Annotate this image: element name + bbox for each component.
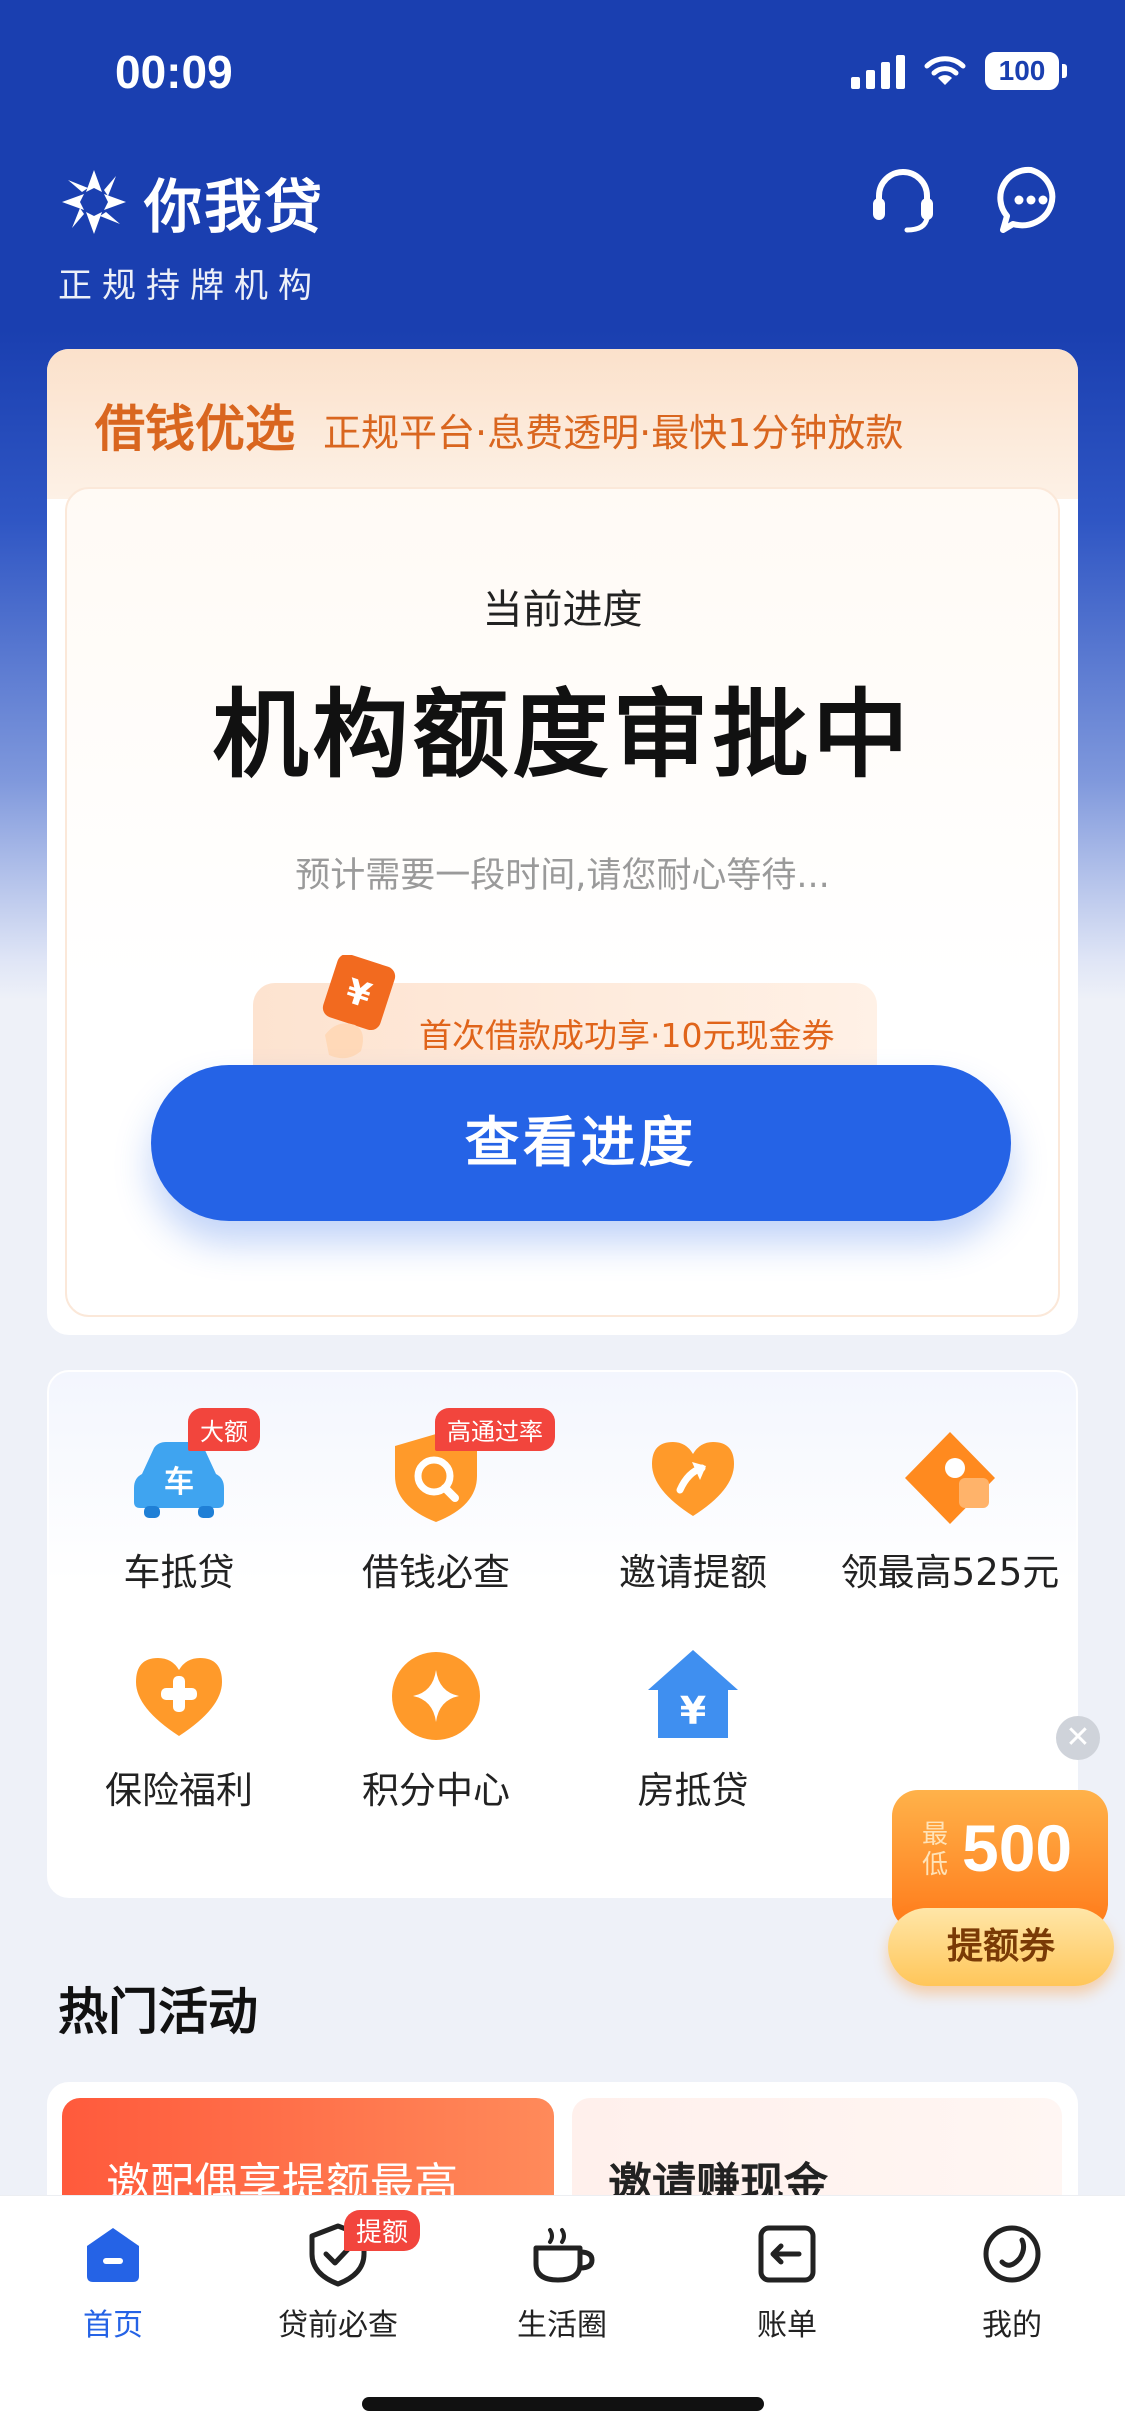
progress-card: 当前进度 机构额度审批中 预计需要一段时间,请您耐心等待... ¥ 首次借款成功… xyxy=(65,487,1060,1317)
service-loan-check[interactable]: 高通过率 借钱必查 xyxy=(306,1408,566,1596)
battery-level: 100 xyxy=(985,52,1059,90)
hot-activities-title: 热门活动 xyxy=(58,1983,258,2041)
brand: 你我贷 正规持牌机构 xyxy=(58,160,324,307)
coffee-cup-icon xyxy=(533,2228,595,2283)
customer-service-icon[interactable] xyxy=(867,164,939,236)
service-label: 积分中心 xyxy=(362,1769,510,1812)
service-label: 借钱必查 xyxy=(362,1551,510,1594)
coupon-text: 首次借款成功享·10元现金券 xyxy=(419,1016,835,1055)
loan-card-header: 借钱优选 正规平台·息费透明·最快1分钟放款 xyxy=(47,349,1078,499)
heart-plus-icon xyxy=(136,1658,222,1736)
progress-label: 当前进度 xyxy=(482,587,643,633)
coupon-tag-icon xyxy=(905,1432,995,1524)
promo-min-label: 最低 xyxy=(922,1820,949,1880)
close-promo-button[interactable]: ✕ xyxy=(1056,1716,1100,1760)
bill-icon xyxy=(758,2225,816,2283)
status-bar: 00:09 100 xyxy=(0,0,1125,150)
brand-logo-icon xyxy=(62,170,126,234)
loan-card-title: 借钱优选 xyxy=(95,399,295,458)
home-indicator xyxy=(362,2397,764,2411)
service-points-center[interactable]: 积分中心 xyxy=(306,1646,566,1814)
svg-text:¥: ¥ xyxy=(680,1689,706,1733)
service-invite-increase[interactable]: 邀请提额 xyxy=(563,1428,823,1596)
service-house-loan[interactable]: ¥ 房抵贷 xyxy=(563,1646,823,1814)
message-icon[interactable] xyxy=(995,164,1067,236)
brand-subtitle: 正规持牌机构 xyxy=(58,266,322,306)
service-label: 车抵贷 xyxy=(123,1551,235,1594)
activity-card[interactable]: 邀请赚现金 xyxy=(572,2098,1062,2210)
battery-icon: 100 xyxy=(985,52,1067,90)
tab-badge: 提额 xyxy=(344,2210,421,2251)
heart-arrow-icon xyxy=(652,1442,734,1516)
status-icons: 100 xyxy=(851,52,1067,90)
cellular-signal-icon xyxy=(851,53,905,89)
wifi-icon xyxy=(924,56,966,85)
loan-card-slogan: 正规平台·息费透明·最快1分钟放款 xyxy=(323,411,904,455)
profile-icon xyxy=(983,2225,1041,2283)
service-label: 房抵贷 xyxy=(637,1769,749,1812)
tab-label: 账单 xyxy=(757,2308,817,2343)
service-badge: 大额 xyxy=(188,1408,260,1451)
progress-hint: 预计需要一段时间,请您耐心等待... xyxy=(295,856,830,896)
svg-text:车: 车 xyxy=(164,1465,194,1500)
promo-coupon-button[interactable]: 提额券 xyxy=(888,1908,1114,1986)
service-badge: 高通过率 xyxy=(435,1408,555,1451)
service-claim-coupon[interactable]: 领最高525元 xyxy=(820,1428,1080,1596)
activity-card[interactable]: 邀配偶享提额最高 xyxy=(62,2098,554,2210)
tab-bill[interactable]: 账单 xyxy=(707,2218,867,2344)
tab-home[interactable]: 首页 xyxy=(33,2218,193,2344)
house-yuan-icon: ¥ xyxy=(648,1650,738,1738)
loan-card: 借钱优选 正规平台·息费透明·最快1分钟放款 当前进度 机构额度审批中 预计需要… xyxy=(47,349,1078,1335)
progress-status: 机构额度审批中 xyxy=(212,679,913,791)
tab-loan-check[interactable]: 提额 贷前必查 xyxy=(258,2210,421,2344)
brand-name: 你我贷 xyxy=(144,173,325,241)
service-car-loan[interactable]: 车 大额 车抵贷 xyxy=(49,1408,309,1596)
service-label: 保险福利 xyxy=(105,1769,253,1812)
tab-label: 生活圈 xyxy=(517,2308,607,2343)
home-icon xyxy=(87,2228,139,2282)
service-label: 邀请提额 xyxy=(619,1551,767,1594)
tab-label: 我的 xyxy=(982,2308,1042,2343)
tab-mine[interactable]: 我的 xyxy=(932,2218,1092,2344)
cash-coupon-icon: ¥ xyxy=(322,955,396,1059)
promo-amount: 500 xyxy=(962,1811,1073,1885)
service-insurance[interactable]: 保险福利 xyxy=(49,1646,309,1814)
tab-label: 首页 xyxy=(83,2308,143,2343)
tab-life-circle[interactable]: 生活圈 xyxy=(482,2218,642,2344)
status-time: 00:09 xyxy=(115,46,233,98)
star-coin-icon xyxy=(392,1652,480,1740)
floating-promo[interactable]: 最低 500 提额券 xyxy=(888,1790,1114,1986)
view-progress-button[interactable]: 查看进度 xyxy=(151,1065,1011,1221)
service-label: 领最高525元 xyxy=(840,1551,1060,1594)
tab-label: 贷前必查 xyxy=(278,2308,398,2343)
